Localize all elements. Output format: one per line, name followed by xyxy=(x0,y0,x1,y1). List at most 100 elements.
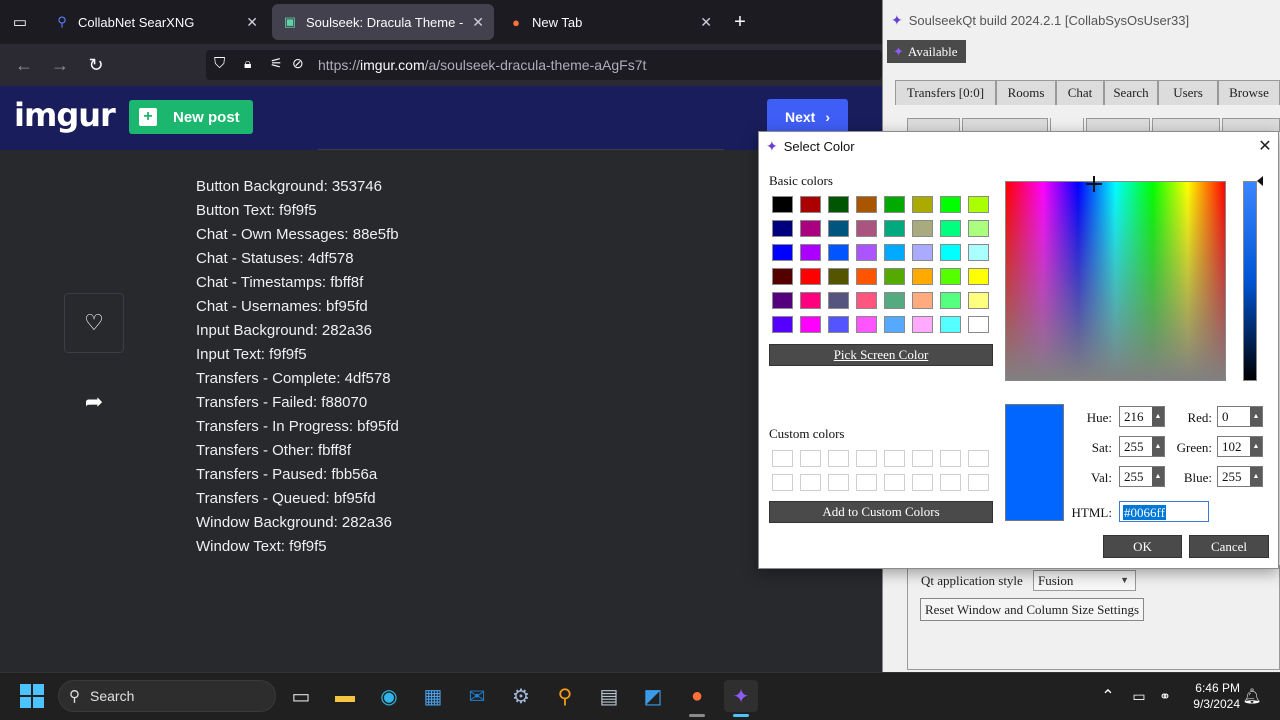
custom-color-swatch[interactable] xyxy=(912,474,933,491)
basic-color-swatch[interactable] xyxy=(772,244,793,261)
basic-color-swatch[interactable] xyxy=(856,316,877,333)
add-to-custom-colors-button[interactable]: Add to Custom Colors xyxy=(769,501,993,523)
basic-color-swatch[interactable] xyxy=(772,268,793,285)
basic-color-swatch[interactable] xyxy=(940,244,961,261)
basic-color-swatch[interactable] xyxy=(940,220,961,237)
basic-color-swatch[interactable] xyxy=(856,196,877,213)
image-app-icon[interactable]: ◩ xyxy=(636,680,670,712)
basic-color-swatch[interactable] xyxy=(828,268,849,285)
shield-icon[interactable]: ⛉ xyxy=(214,55,225,72)
permissions-icon[interactable]: ⚟ xyxy=(270,55,283,72)
basic-color-swatch[interactable] xyxy=(800,220,821,237)
custom-color-swatch[interactable] xyxy=(940,474,961,491)
custom-color-swatch[interactable] xyxy=(772,474,793,491)
custom-color-swatch[interactable] xyxy=(800,450,821,467)
basic-color-swatch[interactable] xyxy=(912,220,933,237)
spin-arrows-icon[interactable]: ▲ ▼ xyxy=(1250,467,1262,499)
custom-color-swatch[interactable] xyxy=(884,474,905,491)
basic-color-swatch[interactable] xyxy=(968,316,989,333)
basic-color-swatch[interactable] xyxy=(940,196,961,213)
basic-color-swatch[interactable] xyxy=(800,316,821,333)
soulseek-taskbar-icon[interactable]: ✦ xyxy=(724,680,758,712)
tab-browse[interactable]: Browse xyxy=(1218,80,1280,105)
reload-icon[interactable]: ↻ xyxy=(83,52,109,78)
basic-color-swatch[interactable] xyxy=(772,220,793,237)
custom-color-swatch[interactable] xyxy=(856,450,877,467)
status-available-button[interactable]: ✦ Available xyxy=(887,40,966,63)
blue-spinbox[interactable]: 255 ▲ ▼ xyxy=(1217,466,1263,499)
forward-arrow-icon[interactable]: → xyxy=(47,52,73,78)
network-icon[interactable]: ⚭ xyxy=(1154,684,1176,708)
new-post-button[interactable]: + New post xyxy=(129,100,253,134)
notification-bell-icon[interactable]: 🔔︎ xyxy=(1242,684,1262,708)
basic-color-swatch[interactable] xyxy=(884,316,905,333)
basic-color-swatch[interactable] xyxy=(856,244,877,261)
basic-color-swatch[interactable] xyxy=(912,196,933,213)
tab-users[interactable]: Users xyxy=(1158,80,1218,105)
back-arrow-icon[interactable]: ← xyxy=(11,52,37,78)
subtab[interactable] xyxy=(1050,118,1084,132)
basic-color-swatch[interactable] xyxy=(940,316,961,333)
display-icon[interactable]: ▭ xyxy=(1128,684,1150,708)
custom-color-swatch[interactable] xyxy=(912,450,933,467)
remote-desktop-icon[interactable]: ▤ xyxy=(592,680,626,712)
basic-color-swatch[interactable] xyxy=(912,244,933,261)
custom-color-swatch[interactable] xyxy=(828,474,849,491)
tab-chat[interactable]: Chat xyxy=(1056,80,1104,105)
outlook-icon[interactable]: ✉ xyxy=(460,680,494,712)
tab-rooms[interactable]: Rooms xyxy=(996,80,1056,105)
html-color-input[interactable]: #0066ff xyxy=(1119,501,1209,522)
task-view-icon[interactable]: ▭ xyxy=(284,680,318,712)
custom-color-swatch[interactable] xyxy=(800,474,821,491)
basic-color-swatch[interactable] xyxy=(968,196,989,213)
firefox-icon[interactable]: ● xyxy=(680,680,714,712)
windows-start-icon[interactable] xyxy=(20,684,44,708)
basic-color-swatch[interactable] xyxy=(940,292,961,309)
reset-size-settings-button[interactable]: Reset Window and Column Size Settings xyxy=(920,598,1144,621)
basic-color-swatch[interactable] xyxy=(772,316,793,333)
basic-color-swatch[interactable] xyxy=(968,220,989,237)
close-icon[interactable]: ✕ xyxy=(246,14,258,31)
basic-color-swatch[interactable] xyxy=(940,268,961,285)
basic-color-swatch[interactable] xyxy=(884,292,905,309)
browser-tab-searxng[interactable]: ⚲ CollabNet SearXNG ✕ xyxy=(44,4,268,40)
custom-color-swatch[interactable] xyxy=(968,450,989,467)
tab-transfers[interactable]: Transfers [0:0] xyxy=(895,80,996,105)
basic-color-swatch[interactable] xyxy=(828,316,849,333)
new-tab-plus-icon[interactable]: + xyxy=(728,10,752,34)
basic-color-swatch[interactable] xyxy=(968,292,989,309)
tab-list-icon[interactable]: ▭ xyxy=(10,12,30,32)
basic-color-swatch[interactable] xyxy=(800,196,821,213)
red-spinbox[interactable]: 0 ▲ ▼ xyxy=(1217,406,1263,439)
cancel-button[interactable]: Cancel xyxy=(1189,535,1269,558)
basic-color-swatch[interactable] xyxy=(884,244,905,261)
subtab[interactable] xyxy=(962,118,1048,132)
basic-color-swatch[interactable] xyxy=(884,220,905,237)
tab-search[interactable]: Search xyxy=(1104,80,1158,105)
close-icon[interactable]: ✕ xyxy=(700,14,712,31)
basic-color-swatch[interactable] xyxy=(856,292,877,309)
custom-color-swatch[interactable] xyxy=(940,450,961,467)
basic-color-swatch[interactable] xyxy=(912,316,933,333)
basic-color-swatch[interactable] xyxy=(968,244,989,261)
basic-color-swatch[interactable] xyxy=(772,292,793,309)
ok-button[interactable]: OK xyxy=(1103,535,1182,558)
lock-icon[interactable]: 🔒︎ xyxy=(244,55,251,72)
basic-color-swatch[interactable] xyxy=(772,196,793,213)
basic-color-swatch[interactable] xyxy=(828,196,849,213)
basic-color-swatch[interactable] xyxy=(828,292,849,309)
hue-saturation-picker[interactable] xyxy=(1005,181,1226,381)
close-icon[interactable]: ✕ xyxy=(472,14,484,31)
close-icon[interactable]: ✕ xyxy=(1256,137,1274,155)
green-spinbox[interactable]: 102 ▲ ▼ xyxy=(1217,436,1263,469)
settings-gear-icon[interactable]: ⚙ xyxy=(504,680,538,712)
basic-color-swatch[interactable] xyxy=(800,292,821,309)
subtab[interactable] xyxy=(1222,118,1280,132)
basic-color-swatch[interactable] xyxy=(912,268,933,285)
taskbar-clock[interactable]: 6:46 PM 9/3/2024 xyxy=(1180,680,1240,712)
slider-pointer-icon[interactable] xyxy=(1257,176,1263,186)
url-text[interactable]: https://imgur.com/a/soulseek-dracula-the… xyxy=(318,57,646,73)
subtab[interactable] xyxy=(907,118,960,132)
qt-style-select[interactable]: Fusion ▼ xyxy=(1033,570,1136,591)
browser-tab-new[interactable]: ● New Tab ✕ xyxy=(498,4,722,40)
